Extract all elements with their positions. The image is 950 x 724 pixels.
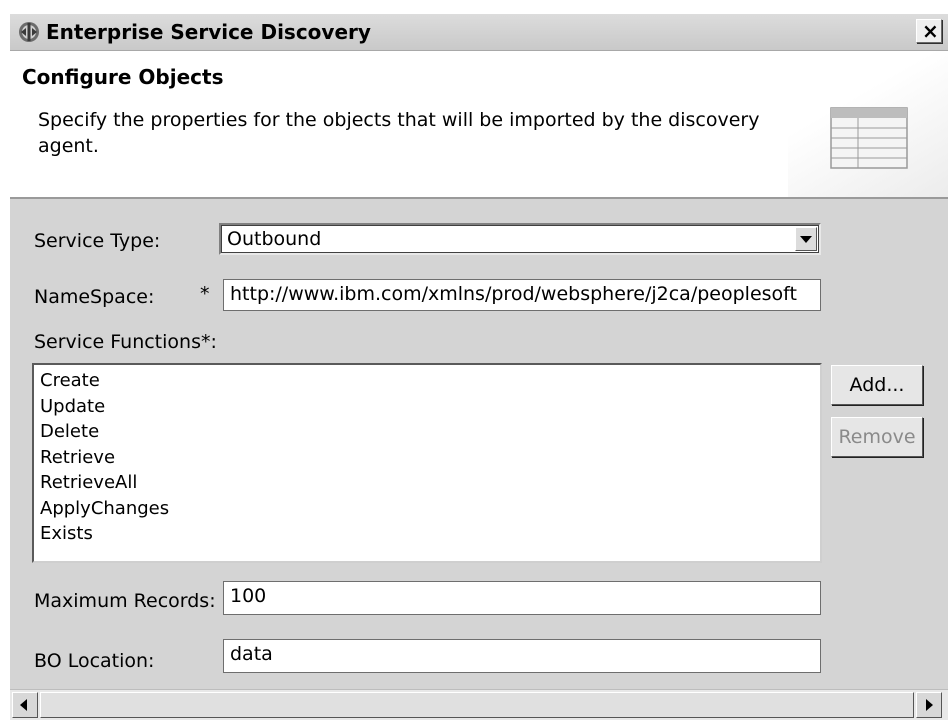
list-item[interactable]: RetrieveAll: [40, 470, 814, 496]
remove-button[interactable]: Remove: [831, 417, 923, 457]
list-item[interactable]: Exists: [40, 521, 814, 547]
maximum-records-label: Maximum Records:: [34, 590, 216, 612]
dropdown-button[interactable]: [795, 227, 817, 251]
arrow-left-icon: [20, 699, 27, 711]
form-panel: Service Type: Outbound NameSpace: * http…: [10, 199, 948, 689]
list-item[interactable]: ApplyChanges: [40, 496, 814, 522]
list-item[interactable]: Update: [40, 394, 814, 420]
maximum-records-input[interactable]: 100: [223, 581, 821, 615]
add-button[interactable]: Add...: [831, 365, 923, 405]
adapter-icon: [19, 22, 39, 42]
bo-location-input[interactable]: data: [223, 639, 821, 673]
scroll-thumb[interactable]: [40, 692, 914, 718]
page-header: Configure Objects Specify the properties…: [10, 51, 948, 199]
page-description: Specify the properties for the objects t…: [38, 109, 760, 157]
list-item[interactable]: Retrieve: [40, 445, 814, 471]
bo-location-label: BO Location:: [34, 650, 155, 672]
chevron-down-icon: [800, 236, 812, 243]
service-type-select[interactable]: Outbound: [219, 223, 821, 255]
table-icon: [830, 107, 908, 169]
list-item[interactable]: Create: [40, 368, 814, 394]
page-title: Configure Objects: [22, 65, 224, 89]
namespace-input[interactable]: http://www.ibm.com/xmlns/prod/websphere/…: [223, 279, 821, 311]
namespace-label: NameSpace:: [34, 286, 155, 308]
horizontal-scrollbar[interactable]: [10, 689, 948, 720]
close-button[interactable]: ×: [916, 19, 942, 43]
enterprise-service-discovery-dialog: Enterprise Service Discovery × Configure…: [0, 0, 950, 724]
service-type-value: Outbound: [227, 228, 322, 250]
header-graphic: [788, 51, 948, 197]
service-functions-list[interactable]: Create Update Delete Retrieve RetrieveAl…: [32, 363, 822, 563]
window-title: Enterprise Service Discovery: [46, 20, 371, 44]
required-marker: *: [200, 283, 210, 305]
service-functions-label: Service Functions*:: [34, 331, 217, 353]
arrow-right-icon: [926, 699, 933, 711]
list-item[interactable]: Delete: [40, 419, 814, 445]
scroll-left-button[interactable]: [12, 692, 38, 718]
title-bar[interactable]: Enterprise Service Discovery ×: [10, 14, 948, 51]
close-icon: ×: [922, 19, 939, 43]
scroll-right-button[interactable]: [916, 692, 942, 718]
service-type-label: Service Type:: [34, 230, 161, 252]
